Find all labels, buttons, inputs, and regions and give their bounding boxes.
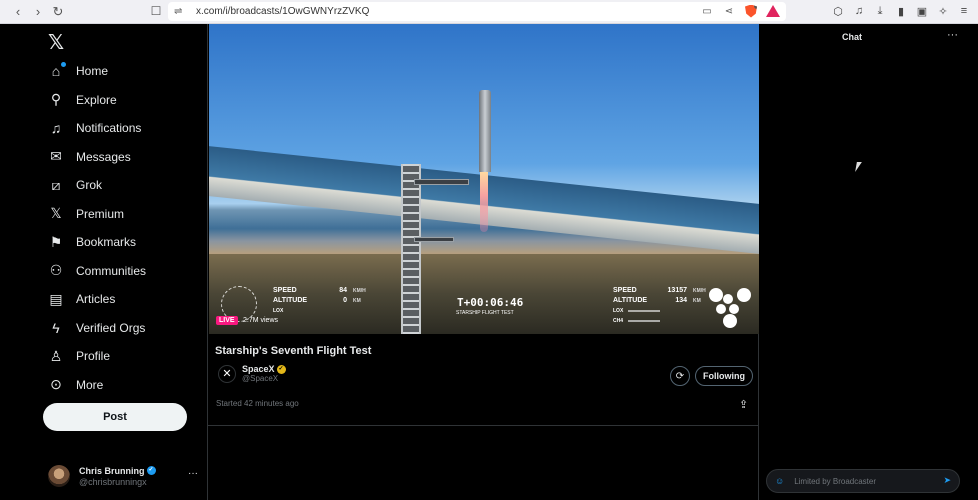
spacex-avatar-icon[interactable]: ✕: [218, 364, 236, 383]
sidebar-item-verified-orgs[interactable]: ϟ Verified Orgs: [48, 316, 145, 340]
verified-badge-icon: ✓: [146, 466, 156, 475]
broadcast-video[interactable]: SPEED 84 KM/H ALTITUDE 0 KM LOX T+00:06:46 S…: [209, 24, 760, 334]
bell-icon: ♫: [50, 120, 62, 136]
sidebar-item-profile[interactable]: ♙ Profile: [48, 344, 110, 368]
author-name[interactable]: SpaceX: [242, 364, 275, 374]
chat-title: Chat: [842, 32, 862, 42]
x-logo-icon[interactable]: 𝕏: [48, 30, 64, 54]
sidebar: 𝕏 ⌂ Home ⚲ Explore ♫ Notifications ✉ Messages ⧄ G…: [0, 24, 207, 500]
author-handle[interactable]: @SpaceX: [242, 374, 286, 383]
media-icon[interactable]: ♫: [851, 3, 867, 19]
sidebar-item-label: Profile: [76, 349, 111, 363]
wallet-icon[interactable]: ▣: [914, 3, 930, 19]
sidebar-item-label: Explore: [76, 92, 117, 107]
sidebar-item-label: Articles: [76, 292, 116, 306]
sidebar-item-label: Notifications: [76, 121, 142, 135]
sidebar-item-communities[interactable]: ⚇ Communities: [48, 259, 146, 283]
sidebar-item-label: More: [76, 377, 104, 392]
sidebar-item-label: Communities: [76, 263, 147, 278]
home-icon: ⌂: [48, 62, 66, 79]
sidebar-item-articles[interactable]: ▤ Articles: [48, 287, 115, 311]
live-badge: LIVE: [216, 316, 238, 325]
download-icon[interactable]: ⤓: [872, 3, 888, 19]
sidebar-item-bookmarks[interactable]: ⚑ Bookmarks: [48, 230, 136, 254]
more-icon[interactable]: ···: [188, 468, 198, 479]
sidebar-item-label: Premium: [76, 206, 125, 221]
sidebar-item-label: Bookmarks: [76, 235, 137, 249]
bookmark-page-icon[interactable]: ☐: [148, 3, 164, 19]
sidebar-item-more[interactable]: ⊙ More: [48, 373, 103, 397]
menu-icon[interactable]: ≡: [956, 3, 972, 19]
timer-subtitle: STARSHIP FLIGHT TEST: [456, 310, 514, 316]
lightning-icon: ϟ: [52, 319, 60, 336]
post-button[interactable]: Post: [43, 403, 187, 431]
ship-engines-icon: [707, 286, 755, 330]
chat-panel: Chat ··· ☺ ➤: [759, 24, 978, 500]
account-switcher[interactable]: Chris Brunning ✓ @chrisbrunningx ···: [48, 460, 198, 492]
brave-shield-icon[interactable]: [744, 4, 758, 18]
share-icon[interactable]: ⋖: [722, 4, 736, 18]
view-count: 2.7M views: [243, 317, 279, 324]
broadcast-started-time: Started 42 minutes ago: [216, 399, 299, 408]
sidebar-toggle-icon[interactable]: ▮: [893, 3, 909, 19]
avatar[interactable]: [48, 465, 70, 487]
divider: [208, 425, 760, 426]
engine-plume: [480, 172, 488, 232]
verified-org-badge-icon: ✓: [276, 364, 286, 374]
more-circle-icon: ⊙: [50, 376, 62, 392]
extensions-icon[interactable]: ⬡: [830, 3, 846, 19]
booster-image: [479, 90, 491, 172]
sidebar-item-explore[interactable]: ⚲ Explore: [48, 88, 117, 112]
grok-icon: ⧄: [51, 176, 61, 193]
sidebar-item-label: Grok: [76, 178, 103, 192]
sidebar-item-grok[interactable]: ⧄ Grok: [48, 173, 102, 197]
envelope-icon: ✉: [50, 148, 62, 164]
emoji-icon[interactable]: ☺: [775, 476, 784, 486]
sidebar-item-home[interactable]: ⌂ Home: [48, 59, 108, 83]
broadcast-author[interactable]: ✕ SpaceX ✓ @SpaceX: [218, 364, 286, 383]
chat-input[interactable]: [794, 476, 935, 486]
cast-icon[interactable]: ▭: [700, 4, 714, 18]
reload-icon[interactable]: ↻: [48, 2, 68, 22]
bookmark-icon: ⚑: [49, 233, 63, 250]
chevron-left-icon[interactable]: ‹: [8, 2, 28, 22]
following-button[interactable]: Following: [695, 366, 753, 386]
launch-tower: [401, 164, 421, 334]
account-handle: @chrisbrunningx: [79, 476, 147, 487]
people-icon: ⚇: [49, 262, 63, 278]
send-icon[interactable]: ➤: [943, 475, 951, 486]
account-name: Chris Brunning: [79, 465, 145, 476]
sidebar-item-notifications[interactable]: ♫ Notifications: [48, 116, 142, 140]
subscribe-notifications-icon[interactable]: ⟳: [670, 366, 690, 386]
booster-telemetry: SPEED 84 KM/H ALTITUDE 0 KM LOX: [273, 287, 366, 314]
address-bar[interactable]: ⇌ x.com/i/broadcasts/1OwGWNYrzZVKQ ▭ ⋖: [168, 2, 786, 21]
sidebar-item-premium[interactable]: 𝕏 Premium: [48, 202, 124, 226]
leo-icon[interactable]: ✧: [935, 3, 951, 19]
article-icon: ▤: [49, 290, 63, 307]
author-name-row[interactable]: SpaceX ✓: [242, 364, 286, 374]
chevron-right-icon[interactable]: ›: [28, 2, 48, 22]
browser-nav: ‹ › ↻: [0, 2, 68, 22]
brave-rewards-icon[interactable]: [766, 4, 780, 18]
chat-input-box[interactable]: ☺ ➤: [766, 469, 960, 493]
x-premium-icon: 𝕏: [50, 205, 62, 221]
chat-more-icon[interactable]: ···: [947, 29, 958, 41]
sidebar-item-label: Verified Orgs: [76, 320, 146, 335]
person-icon: ♙: [49, 347, 63, 364]
account-name-row: Chris Brunning ✓: [79, 466, 156, 476]
mouse-cursor-icon: [855, 162, 862, 172]
sidebar-item-messages[interactable]: ✉ Messages: [48, 145, 131, 169]
browser-toolbar: ‹ › ↻ ☐ ⇌ x.com/i/broadcasts/1OwGWNYrzZV…: [0, 0, 978, 24]
sidebar-item-label: Messages: [76, 149, 131, 164]
main-column: SPEED 84 KM/H ALTITUDE 0 KM LOX T+00:06:46 S…: [207, 24, 760, 500]
site-info-icon[interactable]: ⇌: [174, 6, 188, 17]
mission-timer: T+00:06:46: [457, 296, 524, 309]
share-icon[interactable]: ⇪: [739, 398, 748, 411]
url-text[interactable]: x.com/i/broadcasts/1OwGWNYrzZVKQ: [196, 6, 369, 17]
sidebar-item-label: Home: [76, 64, 109, 78]
ship-telemetry: SPEED 13157 KM/H ALTITUDE 134 KM LOX CH4: [613, 287, 706, 324]
search-icon: ⚲: [50, 91, 62, 107]
broadcast-title: Starship's Seventh Flight Test: [215, 345, 372, 357]
